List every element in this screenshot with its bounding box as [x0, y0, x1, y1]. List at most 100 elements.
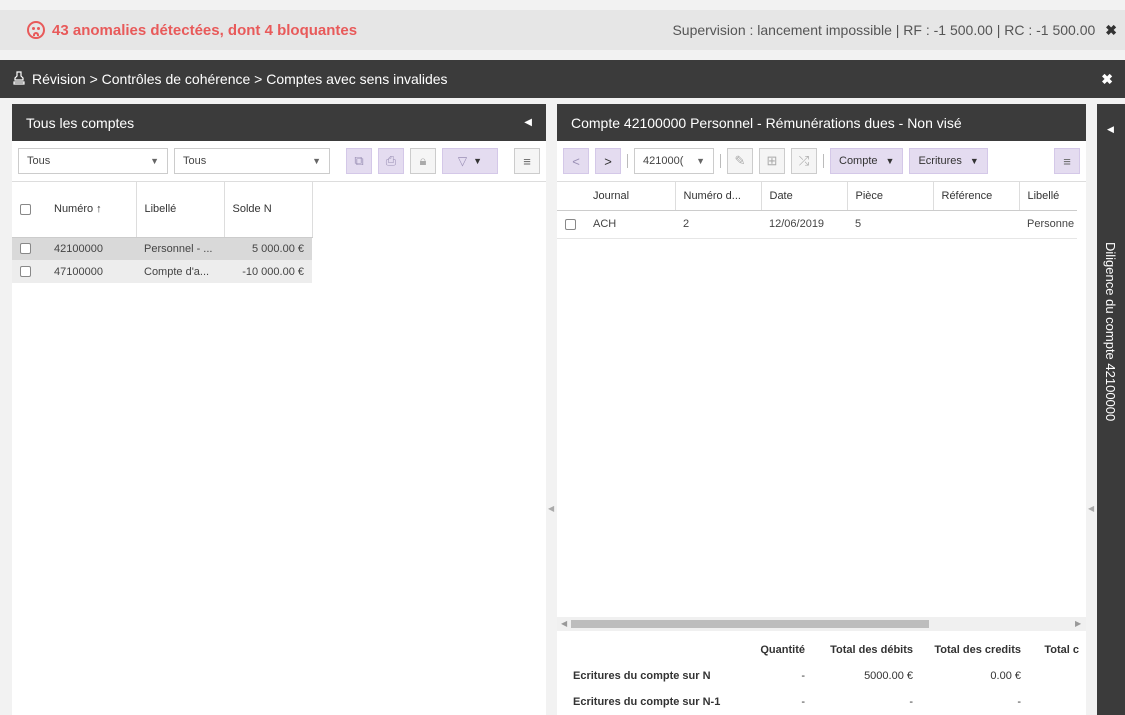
filter-select-2-value: Tous: [183, 155, 207, 167]
print-icon[interactable]: ⎙: [378, 148, 404, 174]
cell-libelle: Personnel - ...: [144, 242, 213, 255]
chevron-down-icon: ▼: [696, 156, 705, 166]
cell-date: 12/06/2019: [769, 218, 825, 230]
totals-credits: -: [1017, 696, 1021, 708]
row-checkbox[interactable]: [20, 266, 31, 278]
shuffle-icon[interactable]: ⤮: [791, 148, 817, 174]
left-toolbar: Tous ▼ Tous ▼ ⧉ ⎙ 🔒︎ ▽ ▼ ≡: [12, 141, 546, 182]
row-checkbox-cell[interactable]: [557, 210, 585, 238]
scroll-left-icon[interactable]: ◀: [561, 619, 567, 628]
filter-select-1-value: Tous: [27, 155, 51, 167]
totals-col-credits: Total des credits: [934, 644, 1021, 656]
totals-col-debits: Total des débits: [830, 644, 913, 656]
lock-icon[interactable]: 🔒︎: [410, 148, 436, 174]
filter-icon[interactable]: ▽ ▼: [442, 148, 498, 174]
close-icon[interactable]: ✖: [1105, 22, 1117, 39]
column-journal[interactable]: Journal: [585, 182, 676, 211]
anomaly-alert[interactable]: 43 anomalies détectées, dont 4 bloquante…: [27, 21, 357, 39]
right-toolbar: < > 421000( ▼ ✎ ⊞ ⤮ Compte ▼ Ecritures ▼…: [557, 141, 1086, 182]
totals-debits: -: [909, 696, 913, 708]
divider: [823, 154, 824, 168]
account-select-value: 421000(: [643, 155, 684, 167]
totals-quantite: -: [801, 670, 805, 682]
grid-icon[interactable]: ⊞: [759, 148, 785, 174]
collapse-left-icon[interactable]: ◀: [524, 117, 532, 128]
totals-row: Ecritures du compte sur N - 5000.00 € 0.…: [557, 663, 1086, 689]
column-piece[interactable]: Pièce: [847, 182, 934, 211]
menu-icon[interactable]: ≡: [1054, 148, 1080, 174]
totals-col-total: Total c: [1044, 644, 1079, 656]
ecritures-label: Ecritures: [918, 155, 962, 167]
totals-label: Ecritures du compte sur N-1: [573, 696, 721, 708]
cell-numero: 2: [683, 218, 690, 230]
select-all-checkbox[interactable]: [20, 203, 31, 215]
totals-credits: 0.00 €: [990, 670, 1021, 682]
horizontal-scrollbar[interactable]: ◀ ▶: [557, 617, 1086, 631]
row-checkbox[interactable]: [565, 218, 576, 230]
column-solde[interactable]: Solde N: [224, 182, 313, 238]
edit-icon[interactable]: ✎: [727, 148, 753, 174]
chevron-down-icon: ▼: [150, 156, 159, 166]
scrollbar-thumb[interactable]: [571, 620, 929, 628]
chevron-left-icon[interactable]: <: [563, 148, 589, 174]
totals-row: Ecritures du compte sur N-1 - - -: [557, 689, 1086, 715]
totals-label: Ecritures du compte sur N: [573, 670, 711, 682]
anomaly-alert-text: 43 anomalies détectées, dont 4 bloquante…: [52, 21, 358, 39]
splitter-handle[interactable]: ◀: [548, 504, 554, 513]
cell-solde: -10 000.00 €: [242, 265, 304, 278]
column-libelle[interactable]: Libellé: [136, 182, 225, 238]
stamp-icon: [12, 70, 26, 88]
row-checkbox-cell[interactable]: [12, 237, 46, 260]
chevron-right-icon[interactable]: >: [595, 148, 621, 174]
cell-reference: [933, 210, 1019, 238]
expand-sidebar-icon[interactable]: ◀: [1107, 124, 1114, 135]
select-all-header[interactable]: [12, 182, 46, 238]
totals-header: Quantité Total des débits Total des cred…: [557, 637, 1086, 663]
close-icon[interactable]: ✖: [1101, 71, 1113, 88]
breadcrumb[interactable]: Révision > Contrôles de cohérence > Comp…: [32, 71, 448, 87]
table-row[interactable]: 47100000 Compte d'a... -10 000.00 €: [12, 260, 312, 283]
filter-select-2[interactable]: Tous ▼: [174, 148, 330, 174]
supervision-status: Supervision : lancement impossible | RF …: [672, 22, 1117, 39]
table-row[interactable]: 42100000 Personnel - ... 5 000.00 €: [12, 237, 312, 260]
panel-title: Tous les comptes: [26, 114, 135, 131]
column-reference[interactable]: Référence: [933, 182, 1020, 211]
all-accounts-panel: Tous les comptes ◀ Tous ▼ Tous ▼ ⧉ ⎙ 🔒︎ …: [12, 104, 554, 715]
select-all-header[interactable]: [557, 182, 585, 211]
scroll-right-icon[interactable]: ▶: [1075, 619, 1081, 628]
chevron-down-icon: ▼: [969, 156, 979, 166]
breadcrumb-bar: Révision > Contrôles de cohérence > Comp…: [0, 60, 1125, 98]
account-detail-panel: Compte 42100000 Personnel - Rémunération…: [557, 104, 1094, 715]
cell-numero: 42100000: [54, 242, 103, 255]
column-numero[interactable]: Numéro d...: [675, 182, 762, 211]
divider: [627, 154, 628, 168]
panel-header: Tous les comptes ◀: [12, 104, 546, 141]
divider: [720, 154, 721, 168]
splitter-handle[interactable]: ◀: [1088, 504, 1094, 513]
column-date[interactable]: Date: [761, 182, 848, 211]
accounts-table: Numéro ↑ Libellé Solde N 42100000 Person…: [12, 182, 313, 283]
supervision-text: Supervision : lancement impossible | RF …: [672, 22, 1096, 38]
sad-face-icon: [27, 21, 45, 39]
panel-header: Compte 42100000 Personnel - Rémunération…: [557, 104, 1086, 141]
row-checkbox[interactable]: [20, 243, 31, 255]
copy-icon[interactable]: ⧉: [346, 148, 372, 174]
column-numero[interactable]: Numéro ↑: [46, 182, 137, 238]
totals-quantite: -: [801, 696, 805, 708]
filter-select-1[interactable]: Tous ▼: [18, 148, 168, 174]
chevron-down-icon: ▼: [885, 156, 895, 166]
chevron-down-icon: ▼: [312, 156, 321, 166]
column-libelle[interactable]: Libellé: [1019, 182, 1077, 211]
compte-dropdown[interactable]: Compte ▼: [830, 148, 904, 174]
ecritures-dropdown[interactable]: Ecritures ▼: [909, 148, 988, 174]
row-checkbox-cell[interactable]: [12, 260, 46, 283]
cell-libelle: Compte d'a...: [144, 265, 210, 278]
cell-piece: 5: [855, 218, 862, 230]
menu-icon[interactable]: ≡: [514, 148, 540, 174]
top-alert-bar: 43 anomalies détectées, dont 4 bloquante…: [0, 10, 1125, 50]
entries-table: Journal Numéro d... Date Pièce Référence…: [557, 182, 1077, 239]
account-select[interactable]: 421000( ▼: [634, 148, 714, 174]
table-row[interactable]: ACH 2 12/06/2019 5 Personne: [557, 210, 1077, 238]
diligence-sidebar[interactable]: ◀ Diligence du compte 42100000: [1097, 104, 1125, 715]
sidebar-label: Diligence du compte 42100000: [1103, 242, 1118, 422]
